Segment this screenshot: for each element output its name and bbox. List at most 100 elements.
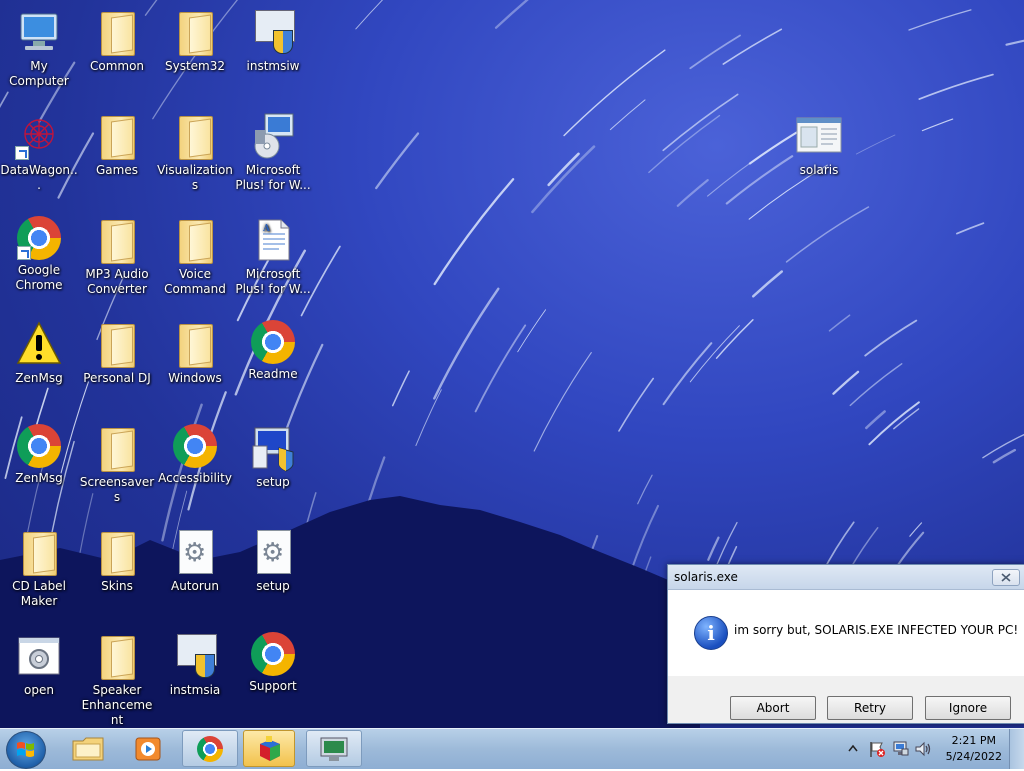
taskbar-app-button[interactable] xyxy=(243,730,295,767)
icon-label: instmsia xyxy=(156,683,234,698)
desktop-icon-open[interactable]: open xyxy=(0,632,78,698)
icon-label: Personal DJ xyxy=(78,371,156,386)
close-icon xyxy=(1001,573,1011,582)
shortcut-arrow-icon xyxy=(15,146,29,160)
message-box-dialog[interactable]: solaris.exe i im sorry but, SOLARIS.EXE … xyxy=(667,564,1024,724)
monitor-app-icon xyxy=(318,735,350,763)
dialog-button-row: Abort Retry Ignore xyxy=(668,676,1024,722)
network-icon[interactable] xyxy=(892,740,910,758)
icon-label: Windows xyxy=(156,371,234,386)
chrome-icon xyxy=(173,424,217,468)
icon-label: solaris xyxy=(780,163,858,178)
show-desktop-button[interactable] xyxy=(1009,729,1024,769)
icon-label: Accessibility xyxy=(156,471,234,486)
chrome-icon xyxy=(197,736,223,762)
start-button[interactable] xyxy=(6,731,46,769)
folder-icon xyxy=(93,112,141,160)
chrome-icon xyxy=(251,632,295,676)
chrome-icon xyxy=(17,424,61,468)
desktop-icon-windows[interactable]: Windows xyxy=(156,320,234,386)
settings-file-icon xyxy=(171,528,219,576)
icon-label: Google Chrome xyxy=(0,263,78,293)
paint-cube-icon xyxy=(254,734,284,764)
desktop-icon-accessibility[interactable]: Accessibility xyxy=(156,424,234,486)
icon-label: ZenMsg xyxy=(0,471,78,486)
settings-window-icon xyxy=(15,632,63,680)
desktop-icon-microsoft-plus-1[interactable]: Microsoft Plus! for W... xyxy=(234,112,312,193)
desktop-icon-instmsia[interactable]: instmsia xyxy=(156,632,234,698)
dialog-body: i im sorry but, SOLARIS.EXE INFECTED YOU… xyxy=(668,590,1024,676)
icon-label: Common xyxy=(78,59,156,74)
desktop-icon-system32[interactable]: System32 xyxy=(156,8,234,74)
desktop-icon-support[interactable]: Support xyxy=(234,632,312,694)
windows-logo-icon xyxy=(7,732,45,768)
icon-label: setup xyxy=(234,475,312,490)
media-player-icon xyxy=(133,735,163,763)
desktop[interactable]: My Computer Common System32 instmsiw Dat… xyxy=(0,0,1024,728)
desktop-icon-readme[interactable]: Readme xyxy=(234,320,312,382)
desktop-icon-games[interactable]: Games xyxy=(78,112,156,178)
icon-label: Support xyxy=(234,679,312,694)
taskbar-solaris-button[interactable] xyxy=(306,730,362,767)
folder-icon xyxy=(93,8,141,56)
desktop-icon-google-chrome[interactable]: Google Chrome xyxy=(0,216,78,293)
taskbar[interactable]: 2:21 PM 5/24/2022 xyxy=(0,728,1024,769)
application-window-icon xyxy=(795,112,843,160)
clock[interactable]: 2:21 PM 5/24/2022 xyxy=(946,733,1002,765)
action-center-flag-icon[interactable] xyxy=(868,740,886,758)
warning-icon xyxy=(15,320,63,368)
icon-label: CD Label Maker xyxy=(0,579,78,609)
icon-label: Voice Command xyxy=(156,267,234,297)
dialog-titlebar[interactable]: solaris.exe xyxy=(668,565,1024,590)
svg-text:A: A xyxy=(262,224,271,234)
desktop-icon-cd-label-maker[interactable]: CD Label Maker xyxy=(0,528,78,609)
desktop-icon-skins[interactable]: Skins xyxy=(78,528,156,594)
folder-icon xyxy=(93,632,141,680)
shortcut-arrow-icon xyxy=(17,246,31,260)
cd-setup-icon xyxy=(249,112,297,160)
desktop-icon-my-computer[interactable]: My Computer xyxy=(0,8,78,89)
datawagon-icon xyxy=(15,112,63,160)
settings-file-icon xyxy=(249,528,297,576)
show-hidden-icons-chevron-up-icon[interactable] xyxy=(848,744,858,752)
desktop-icon-datawagon[interactable]: DataWagon... xyxy=(0,112,78,193)
desktop-icon-microsoft-plus-2[interactable]: A Microsoft Plus! for W... xyxy=(234,216,312,297)
desktop-icon-common[interactable]: Common xyxy=(78,8,156,74)
desktop-icon-zenmsg-1[interactable]: ZenMsg xyxy=(0,320,78,386)
folder-icon xyxy=(93,320,141,368)
retry-button[interactable]: Retry xyxy=(827,696,913,720)
icon-label: Microsoft Plus! for W... xyxy=(234,163,312,193)
installer-icon xyxy=(249,8,297,56)
icon-label: Skins xyxy=(78,579,156,594)
desktop-icon-setup-2[interactable]: setup xyxy=(234,528,312,594)
desktop-icon-setup-1[interactable]: setup xyxy=(234,424,312,490)
taskbar-explorer-button[interactable] xyxy=(60,730,116,767)
folder-icon xyxy=(15,528,63,576)
desktop-icon-visualizations[interactable]: Visualizations xyxy=(156,112,234,193)
desktop-icon-zenmsg-2[interactable]: ZenMsg xyxy=(0,424,78,486)
folder-icon xyxy=(93,216,141,264)
taskbar-media-player-button[interactable] xyxy=(120,730,176,767)
dialog-title: solaris.exe xyxy=(674,570,738,584)
icon-label: MP3 Audio Converter xyxy=(78,267,156,297)
abort-button[interactable]: Abort xyxy=(730,696,816,720)
desktop-icon-speaker-enhancement[interactable]: Speaker Enhancement xyxy=(78,632,156,728)
ignore-button[interactable]: Ignore xyxy=(925,696,1011,720)
taskbar-chrome-button[interactable] xyxy=(182,730,238,767)
desktop-icon-instmsiw[interactable]: instmsiw xyxy=(234,8,312,74)
icon-label: DataWagon... xyxy=(0,163,78,193)
volume-icon[interactable] xyxy=(914,740,932,758)
system-tray: 2:21 PM 5/24/2022 xyxy=(834,729,1024,769)
chrome-icon xyxy=(251,320,295,364)
desktop-icon-personal-dj[interactable]: Personal DJ xyxy=(78,320,156,386)
dialog-message: im sorry but, SOLARIS.EXE INFECTED YOUR … xyxy=(734,623,1018,637)
desktop-icon-solaris[interactable]: solaris xyxy=(780,112,858,178)
folder-icon xyxy=(93,528,141,576)
icon-label: Microsoft Plus! for W... xyxy=(234,267,312,297)
desktop-icon-autorun[interactable]: Autorun xyxy=(156,528,234,594)
clock-date: 5/24/2022 xyxy=(946,749,1002,765)
desktop-icon-voice-command[interactable]: Voice Command xyxy=(156,216,234,297)
desktop-icon-mp3-audio-converter[interactable]: MP3 Audio Converter xyxy=(78,216,156,297)
desktop-icon-screensavers[interactable]: Screensavers xyxy=(78,424,156,505)
close-button[interactable] xyxy=(992,569,1020,586)
